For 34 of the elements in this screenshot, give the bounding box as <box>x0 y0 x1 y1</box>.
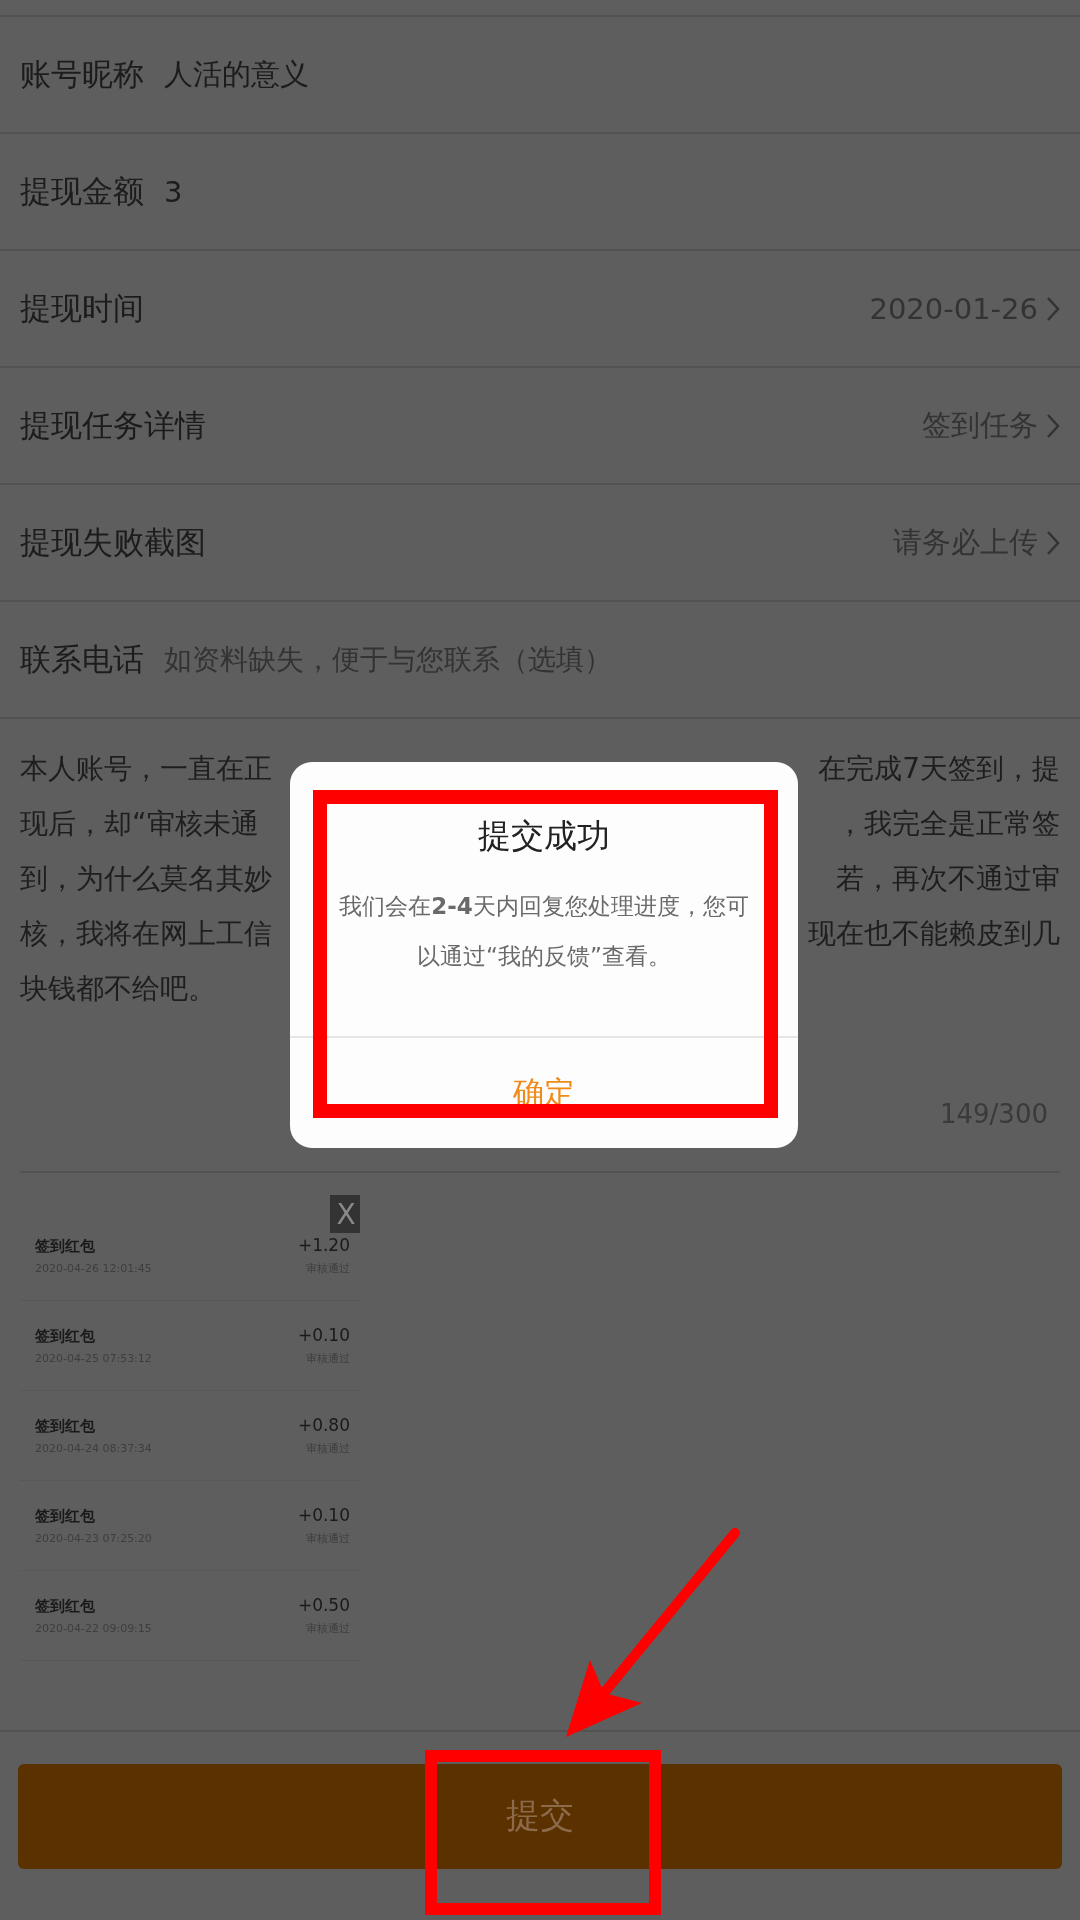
record-amount: +1.20 <box>297 1235 350 1255</box>
record-amount: +0.80 <box>297 1415 350 1435</box>
description-text: 本人账号，一直在正 <box>20 750 272 787</box>
description-text: 块钱都不给吧。 <box>20 970 216 1007</box>
record-title: 签到红包 <box>35 1236 96 1256</box>
field-value: 人活的意义 <box>164 55 309 93</box>
field-label: 提现时间 <box>20 288 144 328</box>
field-value: 3 <box>164 174 183 209</box>
record-title: 签到红包 <box>35 1506 96 1526</box>
field-label: 账号昵称 <box>20 54 144 94</box>
description-text: 现在也不能赖皮到几 <box>808 915 1060 952</box>
record-title: 签到红包 <box>35 1326 96 1346</box>
record-amount: +0.10 <box>297 1505 350 1525</box>
submit-button[interactable]: 提交 <box>18 1763 1062 1869</box>
description-text: 在完成7天签到，提 <box>818 750 1060 787</box>
description-text: ，我完全是正常签 <box>836 805 1060 842</box>
close-button[interactable]: X <box>330 1195 360 1233</box>
description-text: 现后，却“审核未通 <box>20 805 259 842</box>
dialog-title: 提交成功 <box>478 815 610 857</box>
description-text: 若，再次不通过审 <box>836 860 1060 897</box>
field-label: 提现金额 <box>20 171 144 211</box>
chevron-right-icon <box>1046 412 1060 439</box>
field-label: 联系电话 <box>20 639 144 679</box>
chevron-right-icon <box>1046 295 1060 322</box>
description-text: 核，我将在网上工信 <box>20 915 272 952</box>
record-title: 签到红包 <box>35 1596 96 1616</box>
description-text: 到，为什么莫名其妙 <box>20 860 272 897</box>
record-title: 签到红包 <box>35 1416 96 1436</box>
field-label: 提现任务详情 <box>20 405 206 445</box>
chevron-right-icon <box>1046 529 1060 556</box>
dialog-message: 我们会在2-4天内回复您处理进度，您可以通过“我的反馈”查看。 <box>338 892 750 971</box>
field-label: 提现失败截图 <box>20 522 206 562</box>
record-amount: +0.50 <box>297 1595 350 1615</box>
record-amount: +0.10 <box>297 1325 350 1345</box>
